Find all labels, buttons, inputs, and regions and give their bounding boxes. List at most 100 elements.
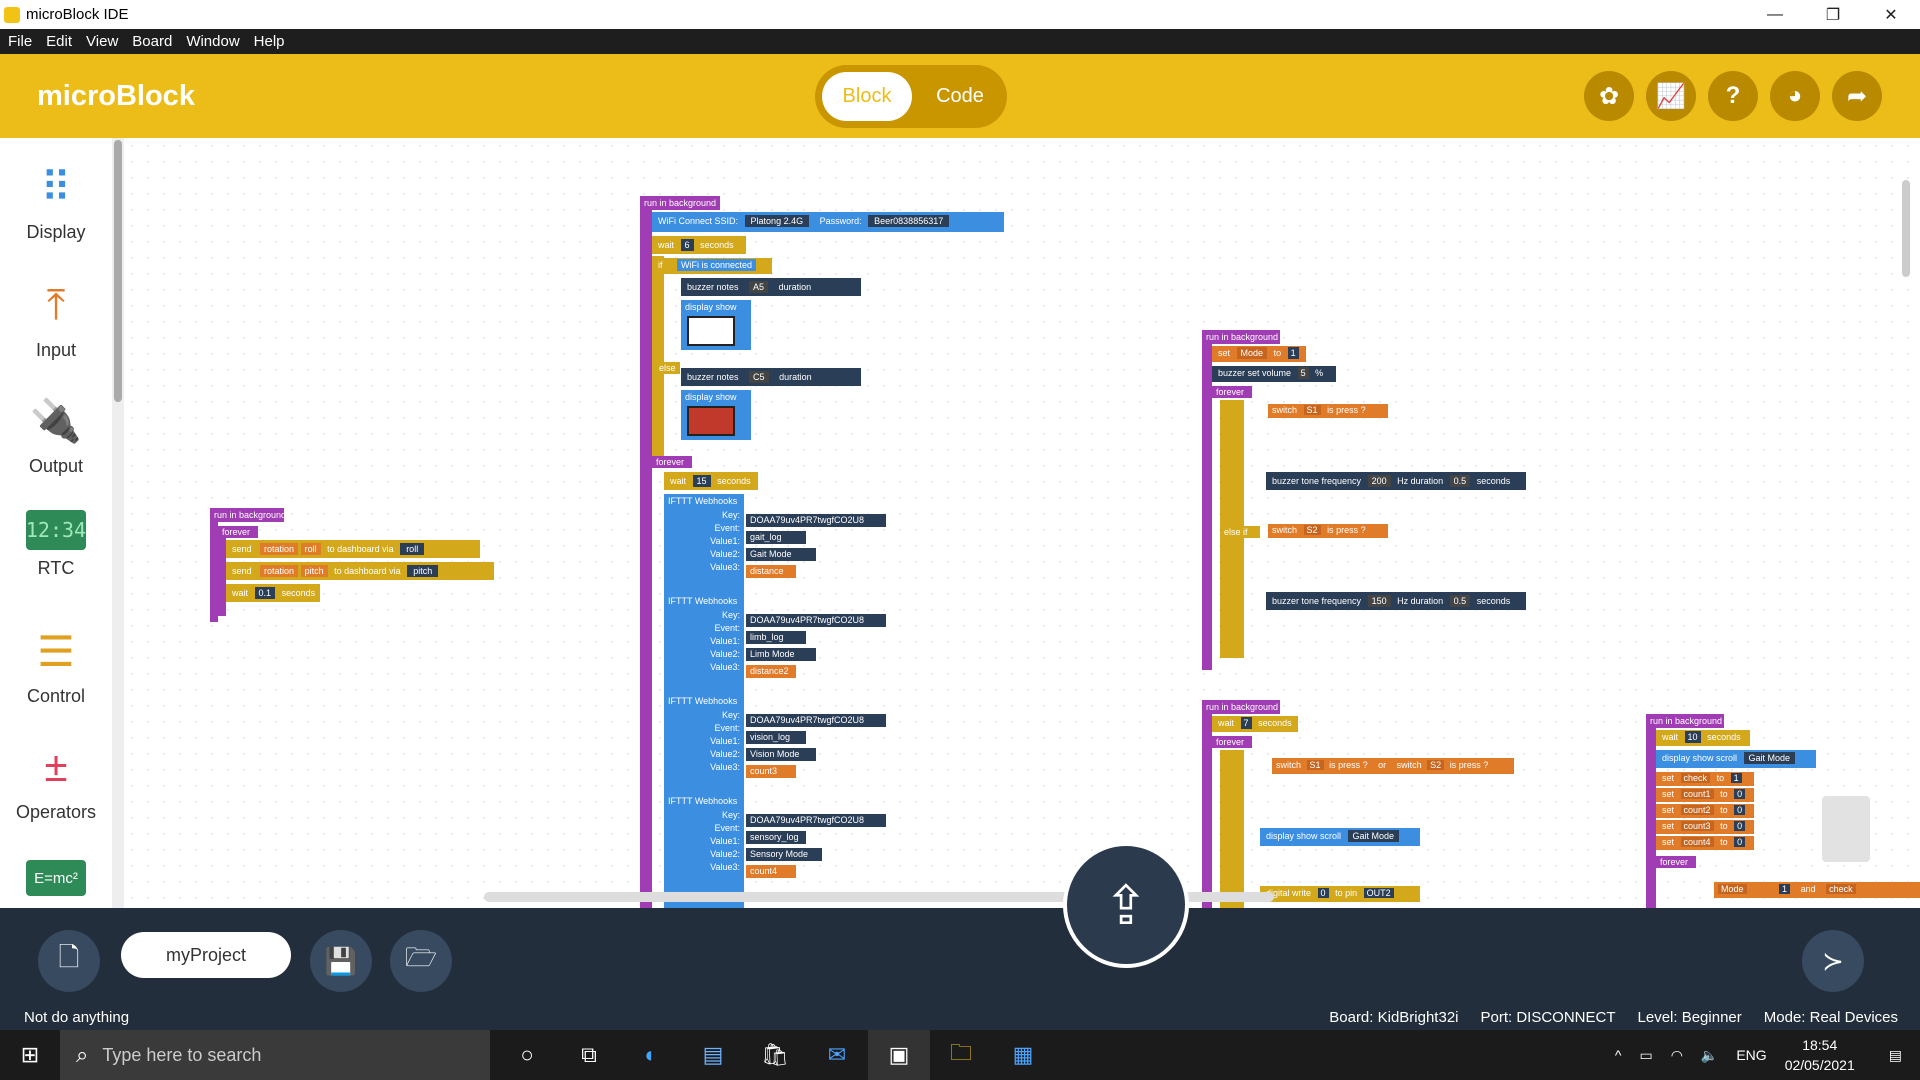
forever-block[interactable]: forever xyxy=(1656,856,1696,868)
wait-block[interactable]: wait 10 seconds xyxy=(1656,730,1750,746)
buzzer-volume-block[interactable]: buzzer set volume 5 % xyxy=(1212,366,1336,382)
app-icon[interactable]: ▤ xyxy=(682,1030,744,1080)
extensions-icon[interactable]: ✿ xyxy=(1584,71,1634,121)
switch-reporter[interactable]: switch S2 is press ? xyxy=(1268,524,1388,538)
edge-icon[interactable]: ◐ xyxy=(620,1030,682,1080)
note-value[interactable]: A5 xyxy=(749,281,769,293)
switch-dropdown[interactable]: S1 xyxy=(1303,405,1321,415)
value1-string[interactable]: Sensory Mode xyxy=(746,848,822,861)
event-string[interactable]: vision_log xyxy=(746,731,806,744)
menu-view[interactable]: View xyxy=(86,33,118,50)
forever-block[interactable]: forever xyxy=(1212,736,1252,748)
buzzer-tone-block[interactable]: buzzer tone frequency 200 Hz duration 0.… xyxy=(1266,472,1526,490)
category-operators[interactable]: ± Operators xyxy=(0,740,112,823)
category-control[interactable]: ☰ Control xyxy=(0,624,112,707)
display-scroll-block[interactable]: display show scroll Gait Mode xyxy=(1656,750,1816,768)
variable-dropdown[interactable]: count2 xyxy=(1680,805,1714,815)
set-variable-block[interactable]: set check to 1 xyxy=(1656,772,1754,786)
chart-icon[interactable]: 📈 xyxy=(1646,71,1696,121)
trash-icon[interactable] xyxy=(1822,796,1870,862)
variable-dropdown[interactable]: check xyxy=(1826,884,1856,894)
display-show-block[interactable]: display show xyxy=(681,390,751,440)
notifications-icon[interactable]: ▤ xyxy=(1889,1047,1902,1064)
key-string[interactable]: DOAA79uv4PR7twgfCO2U8 xyxy=(746,814,886,827)
microblock-taskbar-icon[interactable]: ▣ xyxy=(868,1030,930,1080)
value-input[interactable]: 1 xyxy=(1779,884,1791,894)
block-canvas[interactable]: run in background forever send rotation … xyxy=(124,138,1920,908)
buzzer-notes-block[interactable]: buzzer notes A5 duration xyxy=(681,278,861,296)
pitch-dropdown[interactable]: pitch xyxy=(300,565,328,577)
set-variable-block[interactable]: set count1 to 0 xyxy=(1656,788,1754,802)
value-input[interactable]: 1 xyxy=(1287,347,1299,359)
ifttt-webhooks-block[interactable]: IFTTT Webhooks Key: Event: Value1: Value… xyxy=(664,794,744,908)
open-folder-button[interactable]: 🗁 xyxy=(390,930,452,992)
value1-string[interactable]: Gait Mode xyxy=(746,548,816,561)
wait-value[interactable]: 10 xyxy=(1684,731,1701,743)
wait-value[interactable]: 0.1 xyxy=(254,587,276,599)
digital-write-block[interactable]: digital write 0 to pin OUT2 xyxy=(1260,886,1420,902)
sidebar-scrollbar[interactable] xyxy=(112,138,124,908)
maximize-button[interactable]: ❐ xyxy=(1804,0,1862,29)
rotation-reporter[interactable]: rotation xyxy=(260,543,299,555)
or-condition[interactable]: switch S1 is press ? or switch S2 is pre… xyxy=(1272,758,1514,774)
code-mode-button[interactable]: Code xyxy=(920,72,1000,121)
wait-block[interactable]: wait 0.1 seconds xyxy=(226,584,320,602)
forever-block[interactable]: forever xyxy=(652,456,692,468)
new-file-button[interactable]: 🗋 xyxy=(38,930,100,992)
gait-string[interactable]: Gait Mode xyxy=(1743,752,1796,764)
share-icon[interactable]: ➦ xyxy=(1832,71,1882,121)
event-string[interactable]: limb_log xyxy=(746,631,806,644)
roll-dropdown[interactable]: roll xyxy=(300,543,321,555)
ifttt-webhooks-block[interactable]: IFTTT Webhooks Key: Event: Value1: Value… xyxy=(664,594,744,694)
key-string[interactable]: DOAA79uv4PR7twgfCO2U8 xyxy=(746,614,886,627)
set-variable-block[interactable]: set Mode to 1 xyxy=(1212,346,1306,362)
wait-block[interactable]: wait 7 seconds xyxy=(1212,716,1298,732)
help-icon[interactable]: ? xyxy=(1708,71,1758,121)
language-indicator[interactable]: ENG xyxy=(1736,1047,1766,1063)
variable-dropdown[interactable]: Mode xyxy=(1718,884,1747,894)
wifi-icon[interactable]: ◠ xyxy=(1671,1047,1683,1064)
ifttt-webhooks-block[interactable]: IFTTT Webhooks Key: Event: Value1: Value… xyxy=(664,694,744,794)
wait-block[interactable]: wait 15 seconds xyxy=(664,472,758,490)
value-input[interactable]: 1 xyxy=(1730,773,1742,783)
close-button[interactable]: ✕ xyxy=(1862,0,1920,29)
upload-button[interactable]: ⇪ xyxy=(1063,842,1189,968)
windows-start-icon[interactable]: ⊞ xyxy=(0,1030,60,1080)
level-status[interactable]: Level: Beginner xyxy=(1638,1009,1742,1026)
set-variable-block[interactable]: set count2 to 0 xyxy=(1656,804,1754,818)
forever-block[interactable]: forever xyxy=(1212,386,1252,398)
wait-block[interactable]: wait 6 seconds xyxy=(652,236,746,254)
display-show-block[interactable]: display show xyxy=(681,300,751,350)
variable-dropdown[interactable]: Mode xyxy=(1236,347,1268,359)
value-input[interactable]: 0 xyxy=(1734,837,1746,847)
value2-variable[interactable]: count4 xyxy=(746,865,796,878)
volume-value[interactable]: 5 xyxy=(1297,367,1309,379)
led-matrix-preview[interactable] xyxy=(687,316,735,346)
value-input[interactable]: 0 xyxy=(1734,789,1746,799)
wait-value[interactable]: 6 xyxy=(680,239,694,251)
menu-window[interactable]: Window xyxy=(186,33,239,50)
hat-block[interactable]: run in background xyxy=(640,196,720,210)
hat-block[interactable]: run in background xyxy=(1646,714,1724,728)
send-block[interactable]: send rotation pitch to dashboard via pit… xyxy=(226,562,494,580)
wait-value[interactable]: 7 xyxy=(1240,717,1252,729)
task-view-icon[interactable]: ⧉ xyxy=(558,1030,620,1080)
variable-dropdown[interactable]: check xyxy=(1680,773,1711,783)
menu-edit[interactable]: Edit xyxy=(46,33,72,50)
event-string[interactable]: sensory_log xyxy=(746,831,806,844)
send-block[interactable]: send rotation roll to dashboard via roll xyxy=(226,540,480,558)
battery-icon[interactable]: ▭ xyxy=(1639,1047,1652,1064)
taskbar-search[interactable]: ⌕ Type here to search xyxy=(60,1030,490,1080)
minimize-button[interactable]: — xyxy=(1746,0,1804,29)
and-condition[interactable]: Mode 1 and check xyxy=(1714,882,1920,898)
variable-dropdown[interactable]: count1 xyxy=(1680,789,1714,799)
key-string[interactable]: DOAA79uv4PR7twgfCO2U8 xyxy=(746,714,886,727)
frequency-value[interactable]: 200 xyxy=(1367,475,1391,487)
value-input[interactable]: 0 xyxy=(1317,888,1329,898)
ssid-string[interactable]: Platong 2.4G xyxy=(744,215,810,227)
hat-block[interactable]: run in background xyxy=(1202,700,1280,714)
chevron-up-icon[interactable]: ^ xyxy=(1615,1047,1622,1063)
save-button[interactable]: 💾 xyxy=(310,930,372,992)
roll-string[interactable]: roll xyxy=(400,543,425,555)
project-name-input[interactable]: myProject xyxy=(121,932,291,978)
